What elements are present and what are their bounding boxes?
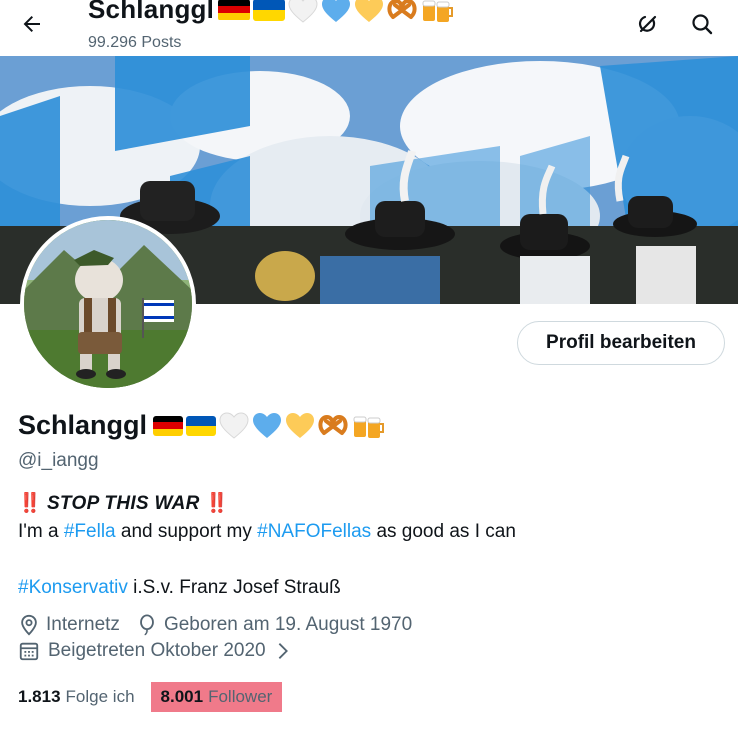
blue-heart-icon: [322, 0, 351, 22]
yellow-heart-icon: [286, 412, 315, 438]
profile-meta-row: Internetz Geboren am 19. August 1970: [18, 614, 412, 636]
following-link[interactable]: 1.813 Folge ich: [18, 687, 135, 707]
avatar-image: [24, 220, 192, 388]
hashtag-nafofellas[interactable]: #NAFOFellas: [257, 521, 371, 542]
location-item: Internetz: [18, 614, 120, 636]
profile-avatar[interactable]: [20, 216, 196, 392]
followers-count: 8.001: [160, 687, 204, 706]
flag-ukraine-icon: [253, 0, 286, 21]
back-button[interactable]: [14, 6, 50, 42]
white-heart-icon: [219, 411, 249, 439]
search-button[interactable]: [684, 6, 720, 42]
location-pin-icon: [21, 614, 37, 636]
birthday-item: Geboren am 19. August 1970: [136, 614, 412, 636]
double-exclamation-icon: ‼️: [204, 493, 229, 514]
follow-stats: 1.813 Folge ich 8.001 Follower: [18, 682, 283, 712]
bio-text: i.S.v. Franz Josef Strauß: [127, 577, 341, 598]
beer-mugs-icon: [353, 416, 385, 438]
bio-text: I'm a: [18, 521, 64, 542]
following-label: Folge ich: [65, 687, 135, 706]
birthday-text: Geboren am 19. August 1970: [163, 614, 413, 635]
profile-header: Schlanggl 99.296 Posts: [0, 0, 738, 56]
bio-line-fella: I'm a #Fella and support my #NAFOFellas …: [18, 518, 718, 546]
profile-name: Schlanggl: [18, 410, 148, 440]
bio-text: as good as I can: [371, 521, 516, 542]
pretzel-icon: [387, 0, 417, 19]
edit-profile-button[interactable]: Profil bearbeiten: [517, 321, 725, 365]
joined-row: Beigetreten Oktober 2020: [18, 640, 292, 662]
profile-handle: @i_iangg: [18, 450, 99, 471]
followers-label: Follower: [208, 687, 273, 706]
profile-name-row: Schlanggl: [18, 410, 385, 441]
grok-button[interactable]: [630, 6, 666, 42]
grok-icon: [638, 15, 657, 33]
arrow-left-icon: [23, 16, 40, 32]
bio-line-konservativ: #Konservativ i.S.v. Franz Josef Strauß: [18, 574, 718, 602]
beer-mugs-icon: [422, 0, 454, 22]
search-icon: [692, 14, 713, 35]
chevron-right-icon[interactable]: [274, 640, 292, 662]
hashtag-konservativ[interactable]: #Konservativ: [18, 577, 128, 598]
bio-stop-text: STOP THIS WAR: [46, 493, 200, 514]
flag-ukraine-icon: [186, 415, 217, 436]
following-count: 1.813: [18, 687, 61, 706]
double-exclamation-icon: ‼️: [18, 493, 42, 514]
profile-emoji-row: [153, 411, 385, 441]
pretzel-icon: [318, 414, 348, 435]
blue-heart-icon: [253, 412, 282, 438]
followers-link[interactable]: 8.001 Follower: [150, 682, 283, 712]
flag-germany-icon: [218, 0, 251, 21]
joined-text: Beigetreten Oktober 2020: [48, 640, 266, 661]
bio-line-stop: ‼️ STOP THIS WAR ‼️: [18, 490, 718, 518]
balloon-icon: [140, 614, 154, 636]
hashtag-fella[interactable]: #Fella: [64, 521, 116, 542]
white-heart-icon: [288, 0, 318, 23]
flag-germany-icon: [153, 415, 184, 436]
yellow-heart-icon: [355, 0, 384, 22]
profile-bio: ‼️ STOP THIS WAR ‼️ I'm a #Fella and sup…: [18, 490, 718, 602]
calendar-icon: [19, 642, 39, 661]
header-emoji-row: [218, 0, 454, 25]
header-title-row: Schlanggl: [88, 0, 454, 25]
bio-text: and support my: [115, 521, 258, 542]
header-post-count: 99.296 Posts: [88, 34, 182, 51]
location-text: Internetz: [46, 614, 120, 635]
header-title: Schlanggl: [88, 0, 215, 24]
bio-spacer: [18, 546, 718, 574]
